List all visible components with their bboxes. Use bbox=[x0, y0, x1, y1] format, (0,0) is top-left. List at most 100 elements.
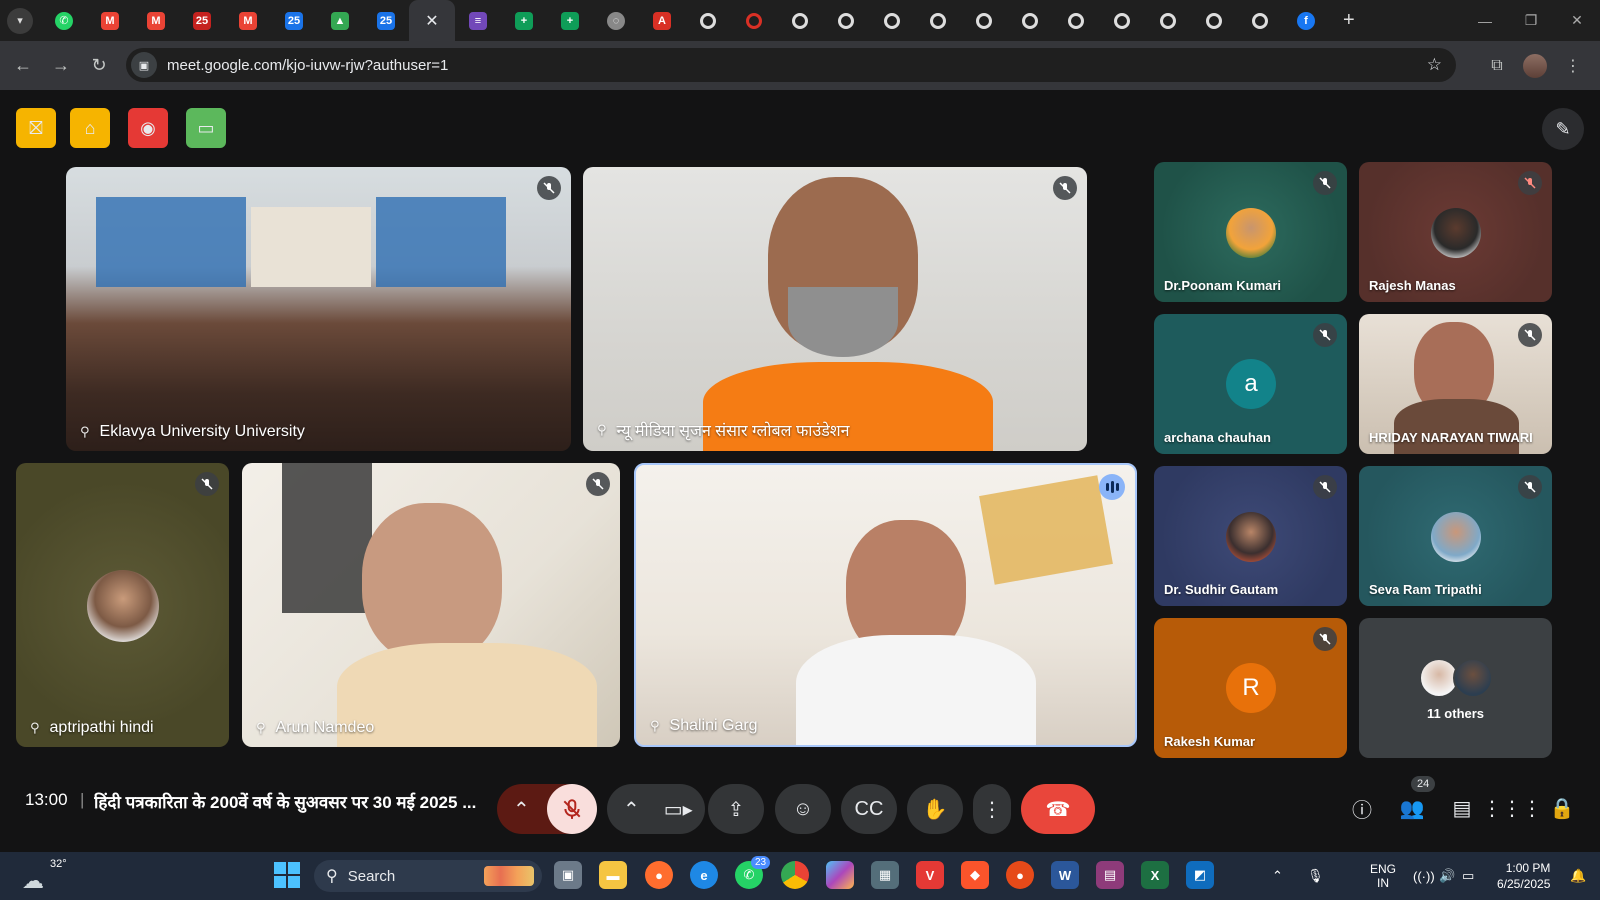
video-tile-archana[interactable]: a archana chauhan bbox=[1154, 314, 1347, 454]
browser-tab[interactable]: ≡ bbox=[455, 0, 501, 41]
browser-tab[interactable]: + bbox=[501, 0, 547, 41]
address-bar[interactable]: ▣ meet.google.com/kjo-iuvw-rjw?authuser=… bbox=[126, 48, 1456, 82]
browser-tab[interactable]: ✆ bbox=[41, 0, 87, 41]
photos-icon[interactable]: ◩ bbox=[1186, 861, 1214, 889]
new-tab-button[interactable]: + bbox=[1343, 9, 1355, 32]
vivaldi-icon[interactable]: V bbox=[916, 861, 944, 889]
video-tile-others[interactable]: 11 others bbox=[1359, 618, 1552, 758]
battery-tray-icon[interactable]: ▭ bbox=[1462, 852, 1474, 900]
browser-tab[interactable]: M bbox=[133, 0, 179, 41]
browser-tab[interactable] bbox=[1237, 0, 1283, 41]
app-icon[interactable]: ● bbox=[1006, 861, 1034, 889]
browser-tab[interactable] bbox=[777, 0, 823, 41]
video-tile-rajesh[interactable]: Rajesh Manas bbox=[1359, 162, 1552, 302]
video-tile-hriday[interactable]: HRIDAY NARAYAN TIWARI bbox=[1359, 314, 1552, 454]
browser-tab[interactable] bbox=[915, 0, 961, 41]
task-view-icon[interactable]: ▣ bbox=[554, 861, 582, 889]
minimize-button[interactable]: — bbox=[1462, 0, 1508, 41]
network-tray-icon[interactable]: ((·)) bbox=[1413, 852, 1435, 900]
weather-widget[interactable]: ☁ 32° bbox=[18, 856, 67, 896]
ext-devices-button[interactable]: ▭ bbox=[186, 108, 226, 148]
firefox-icon[interactable]: ● bbox=[645, 861, 673, 889]
url-text[interactable]: meet.google.com/kjo-iuvw-rjw?authuser=1 bbox=[167, 57, 448, 74]
profile-button[interactable] bbox=[1516, 47, 1554, 85]
host-controls-button[interactable]: 🔒 bbox=[1543, 789, 1581, 827]
forward-button[interactable]: → bbox=[42, 47, 80, 85]
leave-call-button[interactable]: ☎ bbox=[1021, 784, 1095, 834]
edge-icon[interactable]: e bbox=[690, 861, 718, 889]
word-icon[interactable]: W bbox=[1051, 861, 1079, 889]
brave-icon[interactable]: ◆ bbox=[961, 861, 989, 889]
video-tile-rakesh[interactable]: R Rakesh Kumar bbox=[1154, 618, 1347, 758]
ext-no-video-button[interactable]: ⛝ bbox=[16, 108, 56, 148]
present-screen-button[interactable]: ⇪ bbox=[708, 784, 764, 834]
browser-tab[interactable]: f bbox=[1283, 0, 1329, 41]
extensions-puzzle-icon[interactable]: ⧉ bbox=[1478, 47, 1516, 85]
people-button[interactable]: 👥 bbox=[1393, 789, 1431, 827]
maximize-button[interactable]: ❐ bbox=[1508, 0, 1554, 41]
browser-tab[interactable]: 25 bbox=[363, 0, 409, 41]
browser-tab[interactable] bbox=[1191, 0, 1237, 41]
video-tile-sudhir[interactable]: Dr. Sudhir Gautam bbox=[1154, 466, 1347, 606]
video-tile-arun[interactable]: ⚲ Arun Namdeo bbox=[242, 463, 620, 747]
excel-icon[interactable]: X bbox=[1141, 861, 1169, 889]
browser-tab[interactable]: ◌ bbox=[593, 0, 639, 41]
activities-button[interactable]: ⋮⋮⋮ bbox=[1482, 789, 1542, 827]
annotate-pen-button[interactable]: ✎ bbox=[1542, 108, 1584, 150]
camera-icon[interactable]: ▭▸ bbox=[664, 797, 693, 822]
captions-button[interactable]: CC bbox=[841, 784, 897, 834]
browser-tab[interactable]: ▲ bbox=[317, 0, 363, 41]
video-tile-sevaram[interactable]: Seva Ram Tripathi bbox=[1359, 466, 1552, 606]
meeting-details-button[interactable]: ⓘ bbox=[1343, 789, 1381, 827]
notifications-button[interactable]: 🔔 bbox=[1570, 852, 1586, 900]
more-options-button[interactable]: ⋮ bbox=[973, 784, 1011, 834]
browser-tab[interactable] bbox=[685, 0, 731, 41]
start-button[interactable] bbox=[274, 862, 300, 888]
video-tile-newmedia[interactable]: ⚲ न्यू मीडिया सृजन संसार ग्लोबल फाउंडेशन bbox=[583, 167, 1087, 451]
browser-tab[interactable] bbox=[961, 0, 1007, 41]
video-tile-aptripathi[interactable]: ⚲ aptripathi hindi bbox=[16, 463, 229, 747]
browser-tab[interactable] bbox=[1145, 0, 1191, 41]
chat-button[interactable]: ▤ bbox=[1443, 789, 1481, 827]
browser-tab[interactable] bbox=[1053, 0, 1099, 41]
browser-tab[interactable] bbox=[1007, 0, 1053, 41]
video-tile-shalini[interactable]: ⚲ Shalini Garg bbox=[634, 463, 1137, 747]
close-tab-icon[interactable]: ✕ bbox=[425, 11, 438, 31]
browser-tab[interactable]: 25 bbox=[179, 0, 225, 41]
browser-tab[interactable] bbox=[869, 0, 915, 41]
browser-tab[interactable]: + bbox=[547, 0, 593, 41]
raise-hand-button[interactable]: ✋ bbox=[907, 784, 963, 834]
chrome-menu-icon[interactable]: ⋮ bbox=[1554, 47, 1592, 85]
browser-tab[interactable]: 25 bbox=[271, 0, 317, 41]
browser-tab[interactable]: ✕ bbox=[409, 0, 455, 41]
calculator-icon[interactable]: ▦ bbox=[871, 861, 899, 889]
file-explorer-icon[interactable]: ▬ bbox=[599, 861, 627, 889]
mic-toggle-button[interactable] bbox=[547, 784, 597, 834]
language-indicator[interactable]: ENG IN bbox=[1370, 862, 1396, 890]
close-window-button[interactable]: ✕ bbox=[1554, 0, 1600, 41]
tray-overflow-button[interactable]: ⌃ bbox=[1272, 852, 1283, 900]
site-info-icon[interactable]: ▣ bbox=[131, 52, 157, 78]
copilot-icon[interactable] bbox=[826, 861, 854, 889]
video-tile-poonam[interactable]: Dr.Poonam Kumari bbox=[1154, 162, 1347, 302]
volume-tray-icon[interactable]: 🔊 bbox=[1439, 852, 1455, 900]
reactions-button[interactable]: ☺ bbox=[775, 784, 831, 834]
microphone-tray-icon[interactable]: 🎙 bbox=[1307, 852, 1324, 900]
ext-record-button[interactable]: ◉ bbox=[128, 108, 168, 148]
winrar-icon[interactable]: ▤ bbox=[1096, 861, 1124, 889]
chrome-icon[interactable] bbox=[781, 861, 809, 889]
taskbar-search[interactable]: ⚲ Search bbox=[314, 860, 542, 892]
tab-search-button[interactable]: ▾ bbox=[7, 7, 33, 34]
ext-building-button[interactable]: ⌂ bbox=[70, 108, 110, 148]
browser-tab[interactable] bbox=[1099, 0, 1145, 41]
browser-tab[interactable]: A bbox=[639, 0, 685, 41]
browser-tab[interactable]: M bbox=[225, 0, 271, 41]
video-tile-eklavya[interactable]: ⚲ Eklavya University University bbox=[66, 167, 571, 451]
browser-tab[interactable] bbox=[823, 0, 869, 41]
browser-tab[interactable] bbox=[731, 0, 777, 41]
browser-tab[interactable]: M bbox=[87, 0, 133, 41]
taskbar-clock[interactable]: 1:00 PM 6/25/2025 bbox=[1497, 860, 1550, 892]
reload-button[interactable]: ↻ bbox=[80, 47, 118, 85]
bookmark-star-icon[interactable]: ☆ bbox=[1427, 55, 1442, 75]
back-button[interactable]: ← bbox=[4, 47, 42, 85]
